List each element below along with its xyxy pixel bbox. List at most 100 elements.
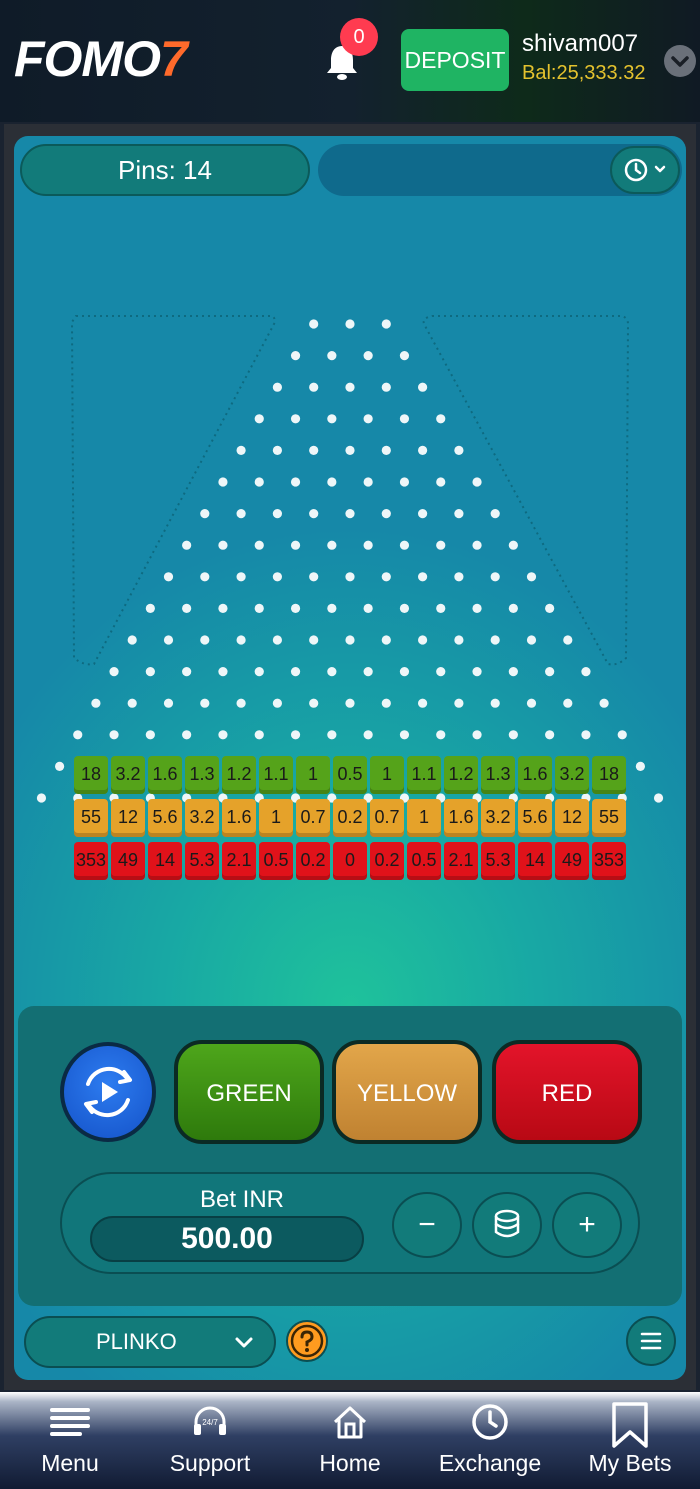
pin (55, 761, 65, 772)
pin (399, 477, 410, 487)
pin (381, 509, 391, 519)
pin (290, 540, 301, 550)
bottom-navigation: Menu 24/7 Support Home Exchange My Bets (0, 1392, 700, 1489)
notification-badge: 0 (340, 18, 378, 56)
yellow-drop-button[interactable]: YELLOW (332, 1040, 482, 1144)
pin (254, 730, 264, 740)
nav-exchange[interactable]: Exchange (420, 1392, 560, 1489)
pin (508, 730, 518, 740)
help-button[interactable] (286, 1320, 328, 1362)
top-header: FOMO7 0 DEPOSIT shivam007 Bal:25,333.32 (0, 0, 700, 122)
red-multiplier-tile: 49 (555, 842, 589, 880)
pin (182, 667, 192, 677)
game-menu-button[interactable] (626, 1316, 676, 1366)
auto-play-button[interactable] (60, 1042, 156, 1142)
pin (635, 761, 646, 772)
green-drop-button[interactable]: GREEN (174, 1040, 324, 1144)
pin (472, 540, 482, 550)
pin (399, 540, 410, 550)
bet-amount-input[interactable]: 500.00 (90, 1216, 364, 1262)
pin (472, 730, 482, 740)
pin (254, 477, 264, 487)
nav-home[interactable]: Home (280, 1392, 420, 1489)
pin (363, 477, 373, 487)
yellow-multiplier-tile: 5.6 (518, 799, 552, 837)
pin (599, 698, 609, 708)
pin (490, 635, 500, 645)
yellow-multiplier-tile: 0.7 (370, 799, 404, 837)
pin (73, 730, 83, 740)
pin (508, 667, 518, 677)
logo-accent-text: 7 (159, 31, 188, 87)
pin (563, 698, 573, 708)
yellow-multiplier-tile: 1 (259, 799, 293, 837)
pin (399, 414, 410, 424)
pin (36, 793, 47, 803)
menu-icon (50, 1408, 90, 1436)
left-guide (70, 315, 276, 666)
clock-icon (472, 1404, 508, 1440)
green-multiplier-tile: 1 (370, 756, 404, 794)
green-multiplier-tile: 1.1 (259, 756, 293, 794)
pin (327, 351, 337, 361)
yellow-multiplier-tile: 3.2 (481, 799, 515, 837)
pin (454, 635, 464, 645)
pin (290, 730, 301, 740)
decrease-bet-button[interactable]: − (392, 1192, 462, 1258)
pin (454, 445, 464, 455)
red-drop-button[interactable]: RED (492, 1040, 642, 1144)
nav-menu[interactable]: Menu (0, 1392, 140, 1489)
pin (309, 572, 319, 582)
control-panel: GREEN YELLOW RED Bet INR 500.00 − + (18, 1006, 682, 1306)
nav-label: My Bets (588, 1450, 672, 1476)
red-multiplier-tile: 0.5 (407, 842, 441, 880)
yellow-multiplier-tile: 5.6 (148, 799, 182, 837)
pin (127, 635, 137, 645)
green-multiplier-tile: 1.1 (407, 756, 441, 794)
yellow-multiplier-tile: 1.6 (222, 799, 256, 837)
pin (345, 382, 355, 392)
chip-select-button[interactable] (472, 1192, 542, 1258)
pin (218, 667, 228, 677)
auto-play-icon (84, 1066, 132, 1118)
pin (454, 698, 464, 708)
game-selector[interactable]: PLINKO (24, 1316, 276, 1368)
nav-support[interactable]: 24/7 Support (140, 1392, 280, 1489)
pin (218, 477, 228, 487)
yellow-multiplier-tile: 3.2 (185, 799, 219, 837)
increase-bet-button[interactable]: + (552, 1192, 622, 1258)
pin (200, 698, 210, 708)
pin (436, 603, 446, 613)
pin (272, 509, 282, 519)
green-multiplier-tile: 1.3 (481, 756, 515, 794)
pin (145, 730, 155, 740)
pin (381, 319, 391, 329)
pin (545, 730, 555, 740)
nav-label: Exchange (438, 1450, 542, 1476)
pin (236, 445, 246, 455)
pin (91, 698, 101, 708)
pin (381, 572, 391, 582)
pin (272, 572, 282, 582)
pin (436, 667, 446, 677)
pin (236, 635, 246, 645)
user-menu-toggle[interactable] (664, 45, 696, 77)
pin (617, 730, 627, 740)
green-multiplier-tile: 1.3 (185, 756, 219, 794)
yellow-multiplier-tile: 55 (592, 799, 626, 837)
pin (381, 382, 391, 392)
pin (309, 445, 319, 455)
pin (418, 572, 428, 582)
pin (418, 445, 428, 455)
pin (508, 540, 518, 550)
pin (254, 414, 264, 424)
home-icon (333, 1406, 367, 1439)
nav-label: Home (319, 1450, 381, 1476)
fomo7-logo[interactable]: FOMO7 (14, 30, 188, 88)
deposit-button[interactable]: DEPOSIT (401, 29, 509, 91)
pin (200, 572, 210, 582)
nav-my-bets[interactable]: My Bets (560, 1392, 700, 1489)
pin (236, 698, 246, 708)
pin (490, 572, 500, 582)
pin (163, 698, 174, 708)
